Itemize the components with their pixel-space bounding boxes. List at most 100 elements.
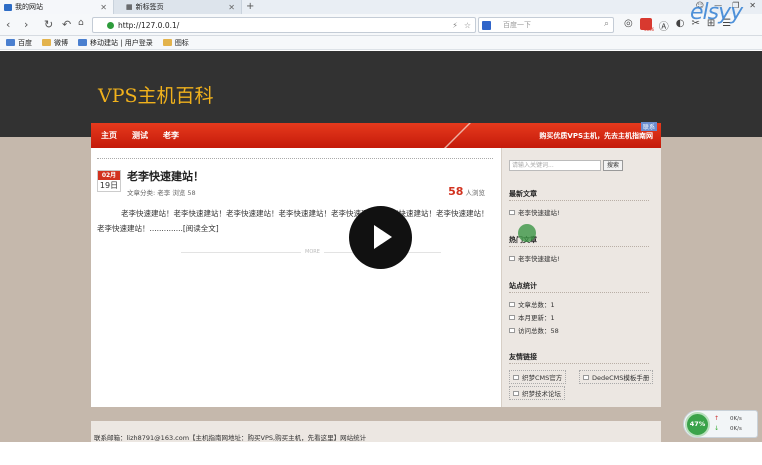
folder-icon xyxy=(42,39,51,46)
friend-link-label: 织梦CMS官方 xyxy=(522,374,563,382)
secure-icon xyxy=(107,21,114,29)
notification-count: 3866 xyxy=(644,27,655,32)
doc-icon xyxy=(513,390,519,396)
network-speed-widget[interactable]: 47% 0K/s 0K/s ↑ ↓ xyxy=(683,410,758,438)
nav-tag[interactable]: 联系 xyxy=(640,122,657,131)
close-window-icon[interactable]: ✕ xyxy=(749,1,756,10)
tab-label: 新标签页 xyxy=(135,3,164,11)
nav-test[interactable]: 测试 xyxy=(132,130,148,141)
stats-item: 本月更新：1 xyxy=(509,312,555,322)
bookmark-label: 图标 xyxy=(174,38,189,47)
bookmark-baidu[interactable]: 百度 xyxy=(6,38,32,48)
search-icon[interactable]: ⌕ xyxy=(604,19,609,29)
sidebar: 请输入关键词... 搜索 最新文章 老李快速建站! 热门文章 老李快速建站! 站… xyxy=(501,148,661,407)
address-toolbar: ‹ › ↻ ↶ ⌂ http://127.0.0.1/ ⚡ ☆ 百度一下 ⌕ ◎… xyxy=(0,14,762,36)
tab-new-tab[interactable]: ▦ 新标签页 ✕ xyxy=(114,0,242,14)
back-icon[interactable]: ‹ xyxy=(6,18,10,31)
site-footer: 联系邮箱：lizh8791@163.com【主机指南网地址：购买VPS,购买主机… xyxy=(91,421,661,443)
tab-label: 我的网站 xyxy=(15,3,43,11)
views-count: 58 xyxy=(448,185,464,198)
doc-icon xyxy=(513,374,519,380)
divider xyxy=(509,246,649,247)
post-meta: 文章分类: 老李 浏览 58 xyxy=(127,189,196,197)
nav-home[interactable]: 主页 xyxy=(101,130,117,141)
stats-item-label: 文章总数：1 xyxy=(518,301,555,309)
hot-item[interactable]: 老李快速建站! xyxy=(509,253,560,263)
doc-icon xyxy=(509,327,515,333)
friend-link[interactable]: 织梦技术论坛 xyxy=(509,386,565,400)
post-views: 58 人浏览 xyxy=(448,185,485,198)
post-date: 02月 19日 xyxy=(97,170,121,192)
divider xyxy=(509,363,649,364)
forward-icon[interactable]: › xyxy=(24,18,28,31)
close-tab-icon[interactable]: ✕ xyxy=(228,3,235,12)
footer-text: 联系邮箱：lizh8791@163.com【主机指南网地址：购买VPS,购买主机… xyxy=(94,434,367,442)
doc-icon xyxy=(509,314,515,320)
nav-laoli[interactable]: 老李 xyxy=(163,130,179,141)
nav-slogan-link[interactable]: 购买优质VPS主机，先去主机指南网 xyxy=(539,131,653,141)
sidebar-search-input[interactable]: 请输入关键词... xyxy=(509,160,601,171)
doc-icon xyxy=(509,255,515,261)
new-tab-button[interactable]: + xyxy=(246,1,254,12)
links-heading: 友情链接 xyxy=(509,353,537,361)
search-input[interactable]: 百度一下 ⌕ xyxy=(478,17,614,33)
nav-decoration xyxy=(443,123,471,149)
home-icon[interactable]: ⌂ xyxy=(78,18,84,28)
doc-icon xyxy=(509,301,515,307)
site-icon xyxy=(78,39,87,46)
reload-icon[interactable]: ↻ xyxy=(44,18,53,31)
upload-speed: 0K/s xyxy=(730,416,742,422)
post-excerpt: 老李快速建站！老李快速建站！老李快速建站！老李快速建站！老李快速建站！老李快速建… xyxy=(97,209,489,233)
views-label: 人浏览 xyxy=(465,189,486,197)
friend-link-label: DedeCMS模板手册 xyxy=(592,374,650,382)
bookmark-weibo[interactable]: 微博 xyxy=(42,38,68,48)
latest-item[interactable]: 老李快速建站! xyxy=(509,207,560,217)
hot-item-label: 老李快速建站! xyxy=(518,255,560,263)
stats-item: 文章总数：1 xyxy=(509,299,555,309)
bookmarks-bar: 百度 微博 移动建站 | 用户登录 图标 xyxy=(0,36,762,50)
video-play-button[interactable] xyxy=(349,206,412,269)
friend-link[interactable]: DedeCMS模板手册 xyxy=(579,370,654,384)
bookmark-mobile-site[interactable]: 移动建站 | 用户登录 xyxy=(78,38,153,48)
stats-item: 访问总数：58 xyxy=(509,325,559,335)
bookmark-label: 微博 xyxy=(54,38,68,47)
latest-item-label: 老李快速建站! xyxy=(518,209,560,217)
star-icon[interactable]: ☆ xyxy=(464,21,471,30)
bookmark-icons[interactable]: 图标 xyxy=(162,38,189,48)
page-bottom xyxy=(0,442,762,465)
folder-icon xyxy=(162,39,172,46)
download-arrow-icon: ↓ xyxy=(714,425,720,432)
friend-link[interactable]: 织梦CMS官方 xyxy=(509,370,567,384)
bookmark-label: 移动建站 | 用户登录 xyxy=(90,38,153,47)
friend-link-label: 织梦技术论坛 xyxy=(522,390,561,398)
site-favicon-icon xyxy=(4,3,12,11)
url-text: http://127.0.0.1/ xyxy=(118,20,180,30)
download-speed: 0K/s xyxy=(730,426,742,432)
account-icon[interactable]: Ⓐ xyxy=(659,18,669,33)
baidu-icon xyxy=(6,39,15,46)
lightning-icon[interactable]: ⚡ xyxy=(452,21,458,30)
url-bar[interactable]: http://127.0.0.1/ ⚡ ☆ xyxy=(92,17,476,33)
undo-close-icon[interactable]: ↶ xyxy=(62,18,71,31)
close-tab-icon[interactable]: ✕ xyxy=(100,3,107,12)
separator-label: MORE xyxy=(301,249,324,255)
bookmark-label: 百度 xyxy=(18,38,32,47)
cursor-highlight xyxy=(518,224,536,242)
memory-gauge: 47% xyxy=(685,412,710,437)
doc-icon xyxy=(583,374,589,380)
chat-icon[interactable]: ◎ xyxy=(624,18,633,33)
watermark-logo: elsyy xyxy=(690,0,743,25)
tab-my-site[interactable]: 我的网站 ✕ xyxy=(0,0,114,14)
doc-icon xyxy=(509,209,515,215)
grid-icon: ▦ xyxy=(126,3,133,11)
post-title[interactable]: 老李快速建站！ xyxy=(127,168,204,184)
search-placeholder: 百度一下 xyxy=(503,21,531,29)
search-engine-icon[interactable] xyxy=(482,21,491,30)
site-title[interactable]: VPS主机百科 xyxy=(98,81,214,108)
post-month: 02月 xyxy=(98,171,120,180)
latest-heading: 最新文章 xyxy=(509,190,537,198)
sidebar-search-button[interactable]: 搜索 xyxy=(603,160,623,171)
sound-icon[interactable]: ◐ xyxy=(676,18,685,33)
main-nav: 主页 测试 老李 购买优质VPS主机，先去主机指南网 联系 xyxy=(91,122,661,149)
main-content: 02月 19日 老李快速建站！ 文章分类: 老李 浏览 58 58 人浏览 老李… xyxy=(91,148,501,407)
